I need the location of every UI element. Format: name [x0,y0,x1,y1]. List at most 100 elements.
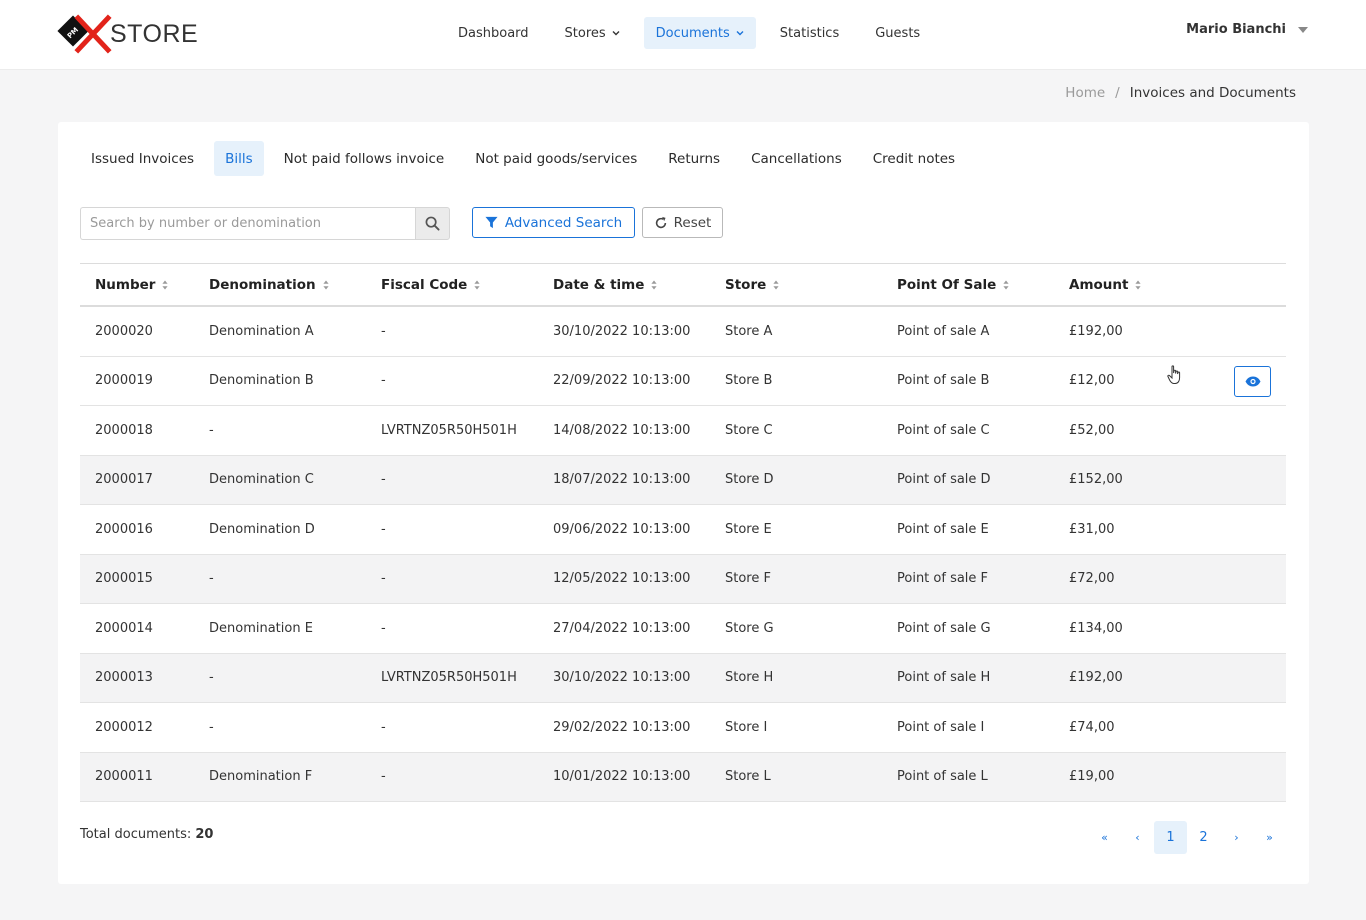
tab-credit-notes[interactable]: Credit notes [862,141,966,176]
nav-statistics-label: Statistics [779,25,840,41]
page-next-button[interactable]: › [1220,821,1253,854]
column-header-date-time[interactable]: Date & time [553,264,658,306]
column-header-store[interactable]: Store [725,264,779,306]
cell-fiscal-code: LVRTNZ05R50H501H [381,670,517,685]
search-button[interactable] [415,207,450,240]
cell-number: 2000014 [95,620,153,636]
hand-cursor-icon [1167,364,1183,389]
cell-fiscal-code: - [381,373,386,388]
brand-logo[interactable]: PM STORE [56,14,198,54]
page-last-button[interactable]: » [1253,821,1286,854]
search-input[interactable] [80,207,415,240]
column-header-label: Point Of Sale [897,277,997,293]
document-tabs: Issued Invoices Bills Not paid follows i… [80,141,975,176]
reset-button[interactable]: Reset [642,207,723,238]
page-first-button[interactable]: « [1088,821,1121,854]
cell-amount: £19,00 [1069,769,1115,784]
page-1-button[interactable]: 1 [1154,821,1187,854]
table-row[interactable]: 2000013 - LVRTNZ05R50H501H 30/10/2022 10:13… [80,653,1286,703]
breadcrumb-home[interactable]: Home [1065,85,1105,101]
cell-store: Store F [725,571,771,586]
brand-name: STORE [110,19,199,48]
cell-fiscal-code: LVRTNZ05R50H501H [381,422,517,438]
table-row[interactable]: 2000017 Denomination C - 18/07/2022 10:13:0… [80,455,1286,505]
nav-statistics[interactable]: Statistics [768,17,851,49]
cell-denomination: Denomination F [209,769,313,784]
column-header-label: Fiscal Code [381,277,468,293]
page-prev-button[interactable]: ‹ [1121,821,1154,854]
page-2-button[interactable]: 2 [1187,821,1220,854]
nav-documents[interactable]: Documents [643,17,756,49]
advanced-search-button[interactable]: Advanced Search [472,207,635,238]
cell-date-time: 09/06/2022 10:13:00 [553,521,691,537]
column-header-fiscal-code[interactable]: Fiscal Code [381,264,480,306]
table-header: Number Denomination Fiscal Code Date & time… [80,263,1286,307]
cell-denomination: Denomination A [209,323,314,339]
cell-amount: £52,00 [1069,422,1115,438]
column-header-denomination[interactable]: Denomination [209,264,329,306]
cell-point-of-sale: Point of sale B [897,373,990,388]
nav-dashboard[interactable]: Dashboard [446,17,541,49]
breadcrumb: Home / Invoices and Documents [1065,85,1296,101]
tab-not-paid-goods-services[interactable]: Not paid goods/services [464,141,648,176]
chevron-down-icon [736,31,744,36]
user-name: Mario Bianchi [1186,22,1286,37]
cell-point-of-sale: Point of sale I [897,719,985,735]
column-header-label: Date & time [553,277,645,293]
breadcrumb-separator: / [1115,85,1120,101]
cell-date-time: 30/10/2022 10:13:00 [553,323,691,339]
search-group [80,207,450,240]
sort-icon [651,280,658,290]
user-menu[interactable]: Mario Bianchi [1186,22,1308,37]
table-row[interactable]: 2000012 - - 29/02/2022 10:13:00 Store I Point… [80,703,1286,753]
table-row[interactable]: 2000018 - LVRTNZ05R50H501H 14/08/2022 10:13… [80,406,1286,456]
cell-store: Store C [725,422,773,438]
view-document-button[interactable] [1234,365,1271,397]
tab-issued-invoices[interactable]: Issued Invoices [80,141,205,176]
table-row[interactable]: 2000015 - - 12/05/2022 10:13:00 Store F Point… [80,554,1286,604]
table-row[interactable]: 2000014 Denomination E - 27/04/2022 10:13:0… [80,604,1286,654]
table-row[interactable]: 2000016 Denomination D - 09/06/2022 10:13:0… [80,505,1286,555]
column-header-number[interactable]: Number [95,264,169,306]
chevron-down-icon [612,31,620,36]
cell-number: 2000013 [95,670,153,685]
cell-fiscal-code: - [381,323,386,339]
cell-store: Store L [725,769,771,784]
tab-cancellations[interactable]: Cancellations [740,141,853,176]
nav-guests-label: Guests [875,25,921,41]
cell-number: 2000018 [95,422,153,438]
cell-point-of-sale: Point of sale G [897,620,991,636]
cell-date-time: 12/05/2022 10:13:00 [553,571,691,586]
cell-store: Store D [725,472,774,487]
cell-amount: £192,00 [1069,670,1123,685]
tab-bills[interactable]: Bills [214,141,264,176]
column-header-amount[interactable]: Amount [1069,264,1142,306]
column-header-point-of-sale[interactable]: Point Of Sale [897,264,1009,306]
nav-stores[interactable]: Stores [553,17,632,49]
table-row[interactable]: 2000020 Denomination A - 30/10/2022 10:13:0… [80,307,1286,357]
tab-returns[interactable]: Returns [657,141,731,176]
cell-number: 2000012 [95,719,153,735]
nav-stores-label: Stores [564,25,606,41]
cell-number: 2000015 [95,571,153,586]
cell-denomination: - [209,719,214,735]
table-row[interactable]: 2000011 Denomination F - 10/01/2022 10:13:0… [80,752,1286,802]
nav-guests[interactable]: Guests [863,17,932,49]
cell-denomination: Denomination D [209,521,315,537]
filter-icon [485,216,498,229]
refresh-icon [655,216,666,228]
total-label: Total documents: [80,827,192,842]
cell-fiscal-code: - [381,620,386,636]
cell-denomination: Denomination E [209,620,313,636]
cell-number: 2000011 [95,769,153,784]
cell-denomination: Denomination B [209,373,314,388]
cell-number: 2000016 [95,521,153,537]
table-row[interactable]: 2000019 Denomination B - 22/09/2022 10:13:0… [80,357,1286,406]
cell-amount: £72,00 [1069,571,1115,586]
total-documents: Total documents: 20 [80,827,213,842]
documents-card: Issued Invoices Bills Not paid follows i… [58,122,1309,884]
tab-not-paid-follows-invoice[interactable]: Not paid follows invoice [273,141,456,176]
reset-label: Reset [673,214,712,231]
cell-amount: £12,00 [1069,373,1115,388]
cell-fiscal-code: - [381,719,386,735]
